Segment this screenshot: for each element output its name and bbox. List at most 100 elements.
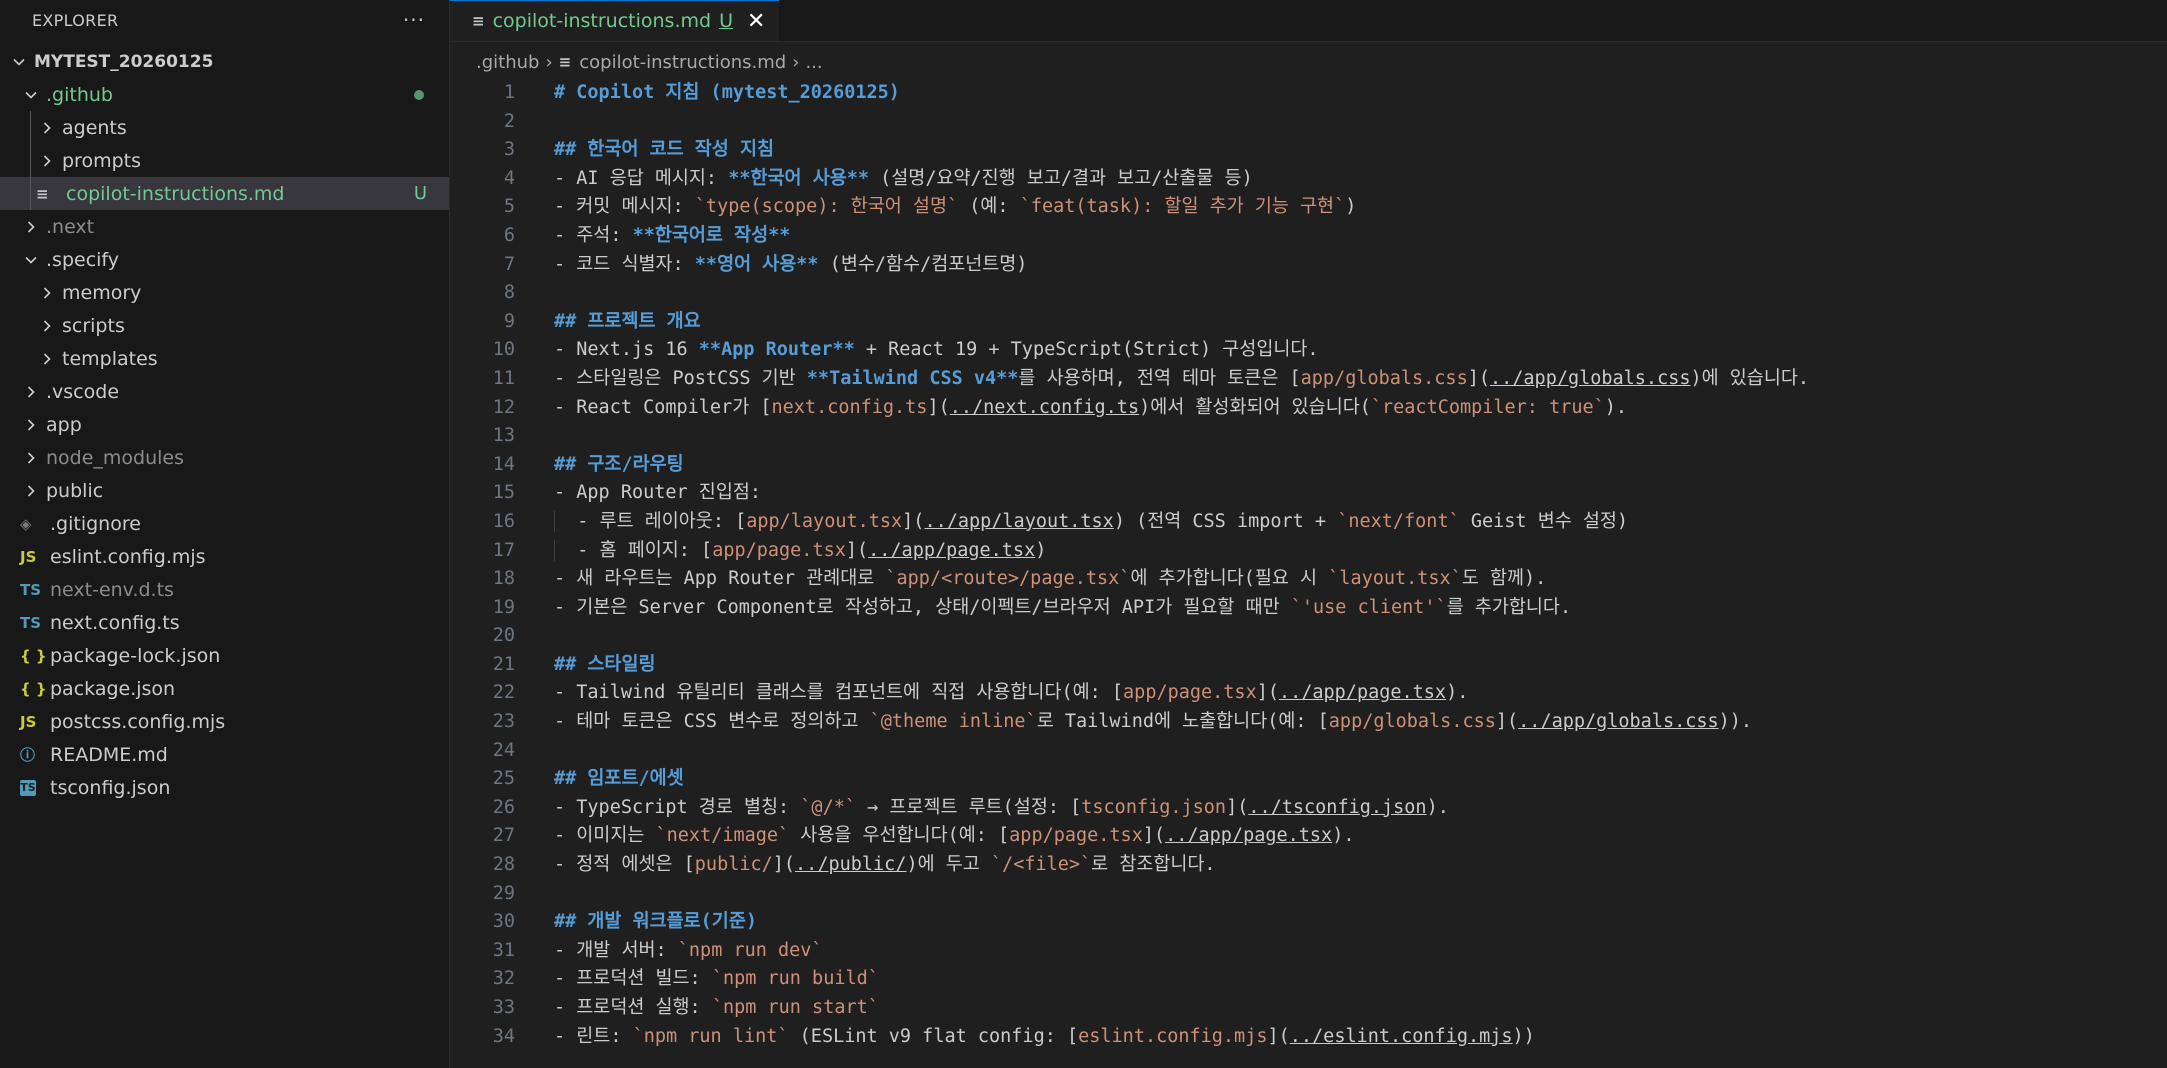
tree-item[interactable]: public — [0, 474, 449, 507]
close-icon[interactable]: ✕ — [747, 9, 765, 34]
tree-item[interactable]: .vscode — [0, 375, 449, 408]
indent-guide — [30, 177, 31, 210]
tree-item[interactable]: scripts — [0, 309, 449, 342]
javascript-file-icon: JS — [20, 712, 37, 731]
line-number: 11 — [492, 367, 515, 389]
code-token: ) (전역 CSS import + — [1113, 510, 1338, 532]
git-status-badge: U — [413, 183, 427, 204]
tree-item[interactable]: agents — [0, 111, 449, 144]
line-number: 5 — [503, 196, 515, 218]
code-editor[interactable]: 1 # Copilot 지침 (mytest_20260125) 2 3 ## 한국어 … — [450, 79, 1809, 1051]
json-file-icon: { } — [20, 646, 47, 665]
code-line: 6 - 주석: **한국어로 작성** — [450, 222, 1809, 251]
git-file-icon: ◈ — [20, 514, 32, 533]
more-actions-icon[interactable]: ··· — [403, 8, 425, 32]
code-line: 19 - 기본은 Server Component로 작성하고, 상태/이펙트/브… — [450, 594, 1809, 623]
code-token: **한국어로 작성** — [632, 224, 791, 246]
file-tree: .github agents prompts ≡ copilot-instruction… — [0, 78, 449, 804]
tree-item-label: app — [46, 413, 82, 436]
code-token: + React 19 + TypeScript(Strict) 구성입니다. — [854, 339, 1319, 361]
line-number: 34 — [492, 1025, 515, 1047]
tree-item[interactable]: memory — [0, 276, 449, 309]
tree-item-label: scripts — [62, 314, 125, 337]
code-token: ]( — [1495, 711, 1519, 733]
breadcrumb-item-symbols[interactable]: ... — [805, 52, 822, 73]
tree-item[interactable]: .next — [0, 210, 449, 243]
tree-item[interactable]: TS next-env.d.ts — [0, 573, 449, 606]
code-token: - TypeScript 경로 별칭: — [554, 796, 801, 818]
line-number: 26 — [492, 796, 515, 818]
code-line: 5 - 커밋 메시지: `type(scope): 한국어 설명` (예: `fe… — [450, 193, 1809, 222]
code-token: ]( — [1267, 1025, 1290, 1047]
code-token — [554, 510, 578, 532]
line-number: 29 — [492, 882, 515, 904]
breadcrumb-item-github[interactable]: .github — [476, 52, 539, 73]
tree-item[interactable]: { } package.json — [0, 672, 449, 705]
line-number: 30 — [492, 911, 515, 933]
tree-item-label: package.json — [50, 677, 176, 700]
tree-item[interactable]: app — [0, 408, 449, 441]
indent-guide — [30, 144, 31, 177]
tree-item[interactable]: TS tsconfig.json — [0, 771, 449, 804]
code-token: public/ — [694, 854, 773, 876]
breadcrumb-item-file[interactable]: copilot-instructions.md — [579, 52, 786, 73]
code-token: (예: — [958, 196, 1020, 218]
tree-item[interactable]: node_modules — [0, 441, 449, 474]
modified-dot-icon — [414, 89, 424, 100]
code-token: ]( — [1142, 825, 1166, 847]
line-number: 25 — [492, 768, 515, 790]
code-token: - 이미지는 — [554, 825, 656, 847]
tree-item[interactable]: prompts — [0, 144, 449, 177]
code-text: ## 개발 워크플로(기준) — [554, 908, 757, 937]
chevron-right-icon: › — [545, 51, 553, 73]
tree-item[interactable]: TS next.config.ts — [0, 606, 449, 639]
code-token: `type(scope): 한국어 설명` — [694, 196, 959, 218]
code-token: `@/*` — [800, 796, 856, 818]
workspace-root[interactable]: MYTEST_20260125 — [0, 46, 449, 78]
tree-item[interactable]: ≡ copilot-instructions.md U — [0, 177, 449, 210]
code-token: **영어 사용** — [694, 253, 819, 275]
tree-item[interactable]: JS postcss.config.mjs — [0, 705, 449, 738]
code-line: 21 ## 스타일링 — [450, 651, 1809, 680]
javascript-file-icon: JS — [20, 547, 37, 566]
code-text: - 프로덕션 빌드: `npm run build` — [554, 965, 879, 994]
code-token: ]( — [902, 510, 925, 532]
code-token: **Tailwind CSS v4** — [806, 367, 1019, 389]
code-token: `next/font` — [1337, 510, 1460, 532]
chevron-right-icon — [20, 219, 42, 235]
code-token: ## 스타일링 — [554, 653, 656, 675]
chevron-down-icon — [8, 54, 30, 70]
code-line: 12 - React Compiler가 [next.config.ts](../… — [450, 394, 1809, 423]
code-token: - 루트 레이아웃: [ — [577, 510, 747, 532]
tab-copilot-instructions[interactable]: ≡ copilot-instructions.md U ✕ — [450, 0, 780, 41]
tree-item-label: next-env.d.ts — [50, 578, 174, 601]
tree-item[interactable]: ⓘ README.md — [0, 738, 449, 771]
tree-item[interactable]: ◈ .gitignore — [0, 507, 449, 540]
code-token: `layout.tsx` — [1328, 568, 1462, 590]
tree-item-label: public — [46, 479, 104, 502]
code-token: - 코드 식별자: — [554, 253, 695, 275]
explorer-title: EXPLORER — [32, 10, 119, 30]
code-token: - AI 응답 메시지: — [554, 167, 729, 189]
tree-item[interactable]: JS eslint.config.mjs — [0, 540, 449, 573]
code-line: 18 - 새 라우트는 App Router 관례대로 `app/<route>/… — [450, 565, 1809, 594]
line-number: 13 — [492, 425, 515, 447]
code-token: ../app/page.tsx — [1278, 682, 1447, 704]
line-number: 22 — [492, 682, 515, 704]
code-token: - App Router 진입점: — [554, 482, 761, 504]
code-text: - 린트: `npm run lint` (ESLint v9 flat con… — [554, 1023, 1535, 1052]
code-line: 1 # Copilot 지침 (mytest_20260125) — [450, 79, 1809, 108]
code-token: eslint.config.mjs — [1078, 1025, 1268, 1047]
code-token: - 커밋 메시지: — [554, 196, 695, 218]
tree-item-label: postcss.config.mjs — [50, 710, 226, 733]
tree-item[interactable]: { } package-lock.json — [0, 639, 449, 672]
tree-item[interactable]: .github — [0, 78, 449, 111]
explorer-header: EXPLORER ··· — [0, 0, 449, 40]
chevron-right-icon — [20, 450, 42, 466]
breadcrumb: .github › ≡ copilot-instructions.md › ..… — [450, 42, 2167, 82]
code-token: 로 Tailwind에 노출합니다(예: [ — [1036, 711, 1329, 733]
tree-item[interactable]: templates — [0, 342, 449, 375]
tree-item[interactable]: .specify — [0, 243, 449, 276]
code-token: app/layout.tsx — [746, 510, 903, 532]
code-line: 16 - 루트 레이아웃: [app/layout.tsx](../app/la… — [450, 508, 1809, 537]
